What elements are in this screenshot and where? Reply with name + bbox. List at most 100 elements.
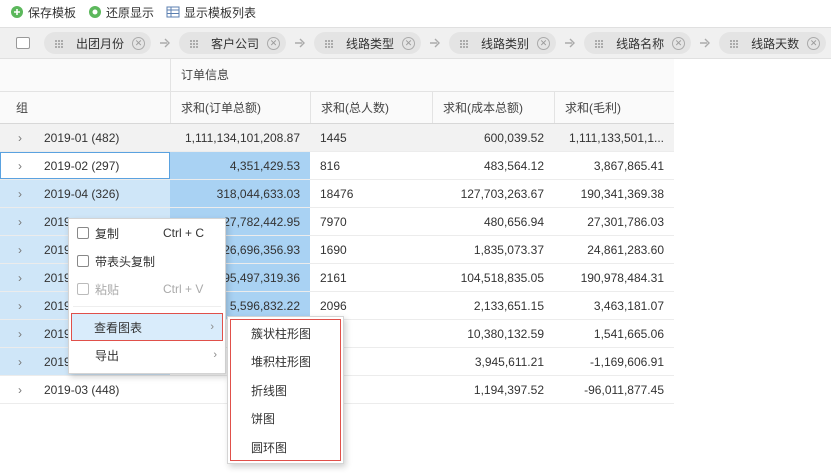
paste-icon [77, 283, 89, 295]
expand-chevron-icon[interactable]: › [18, 208, 28, 235]
cost-cell[interactable]: 480,656.94 [432, 208, 554, 235]
drag-handle-icon[interactable] [594, 38, 604, 48]
group-chip-label: 客户公司 [211, 36, 260, 51]
group-chip[interactable]: 客户公司 ✕ [179, 32, 287, 54]
group-cell[interactable]: › 2019-03 (448) [0, 376, 170, 403]
expand-chevron-icon[interactable]: › [18, 376, 28, 403]
chart-type-option[interactable]: 折线图 [231, 377, 340, 405]
people-cell[interactable]: 816 [310, 152, 432, 179]
menu-item-export-label: 导出 [95, 348, 120, 363]
table-list-icon [166, 5, 180, 19]
cost-cell[interactable]: 1,835,073.37 [432, 236, 554, 263]
expand-chevron-icon[interactable]: › [18, 264, 28, 291]
profit-cell[interactable]: 190,978,484.31 [554, 264, 674, 291]
cost-cell[interactable]: 1,194,397.52 [432, 376, 554, 403]
drag-handle-icon[interactable] [54, 38, 64, 48]
column-header-group[interactable]: 组 [0, 92, 170, 123]
chart-type-option[interactable]: 簇状柱形图 [231, 320, 340, 348]
cost-cell[interactable]: 3,945,611.21 [432, 348, 554, 375]
group-label: 2019 [44, 354, 71, 369]
table-row[interactable]: › 2019-02 (297) 4,351,429.53 816 483,564.12 3… [0, 152, 674, 180]
cost-cell[interactable]: 483,564.12 [432, 152, 554, 179]
group-cell[interactable]: › 2019-04 (326) [0, 180, 170, 207]
menu-item-copy[interactable]: 复制 Ctrl + C [69, 219, 225, 247]
profit-cell[interactable]: 1,111,133,501,1... [554, 124, 674, 151]
group-chip[interactable]: 线路类别 ✕ [449, 32, 557, 54]
group-cell[interactable]: › 2019-02 (297) [0, 152, 170, 179]
profit-cell[interactable]: 27,301,786.03 [554, 208, 674, 235]
expand-chevron-icon[interactable]: › [18, 180, 28, 207]
group-chip-label: 线路名称 [616, 36, 665, 51]
people-cell[interactable]: 7970 [310, 208, 432, 235]
expand-chevron-icon[interactable]: › [18, 152, 28, 179]
people-cell[interactable]: 1690 [310, 236, 432, 263]
save-template-label: 保存模板 [28, 5, 77, 20]
group-label: 2019 [44, 214, 71, 229]
close-icon[interactable]: ✕ [402, 36, 416, 50]
expand-chevron-icon[interactable]: › [18, 124, 28, 151]
close-icon[interactable]: ✕ [672, 36, 686, 50]
copy-icon [77, 227, 89, 239]
group-chip[interactable]: 线路类型 ✕ [314, 32, 422, 54]
close-icon[interactable]: ✕ [132, 36, 146, 50]
drag-handle-icon[interactable] [189, 38, 199, 48]
column-header-profit[interactable]: 求和(毛利) [554, 92, 674, 123]
close-icon[interactable]: ✕ [807, 36, 821, 50]
close-icon[interactable]: ✕ [267, 36, 281, 50]
column-header-order-total[interactable]: 求和(订单总额) [170, 92, 310, 123]
profit-cell[interactable]: 190,341,369.38 [554, 180, 674, 207]
group-cell[interactable]: › 2019-01 (482) [0, 124, 170, 151]
close-icon[interactable]: ✕ [537, 36, 551, 50]
column-header-people[interactable]: 求和(总人数) [310, 92, 432, 123]
expand-chevron-icon[interactable]: › [18, 320, 28, 347]
people-cell[interactable]: 18476 [310, 180, 432, 207]
group-chip[interactable]: 出团月份 ✕ [44, 32, 152, 54]
expand-chevron-icon[interactable]: › [18, 236, 28, 263]
arrow-right-icon [157, 38, 173, 48]
chart-type-option[interactable]: 堆积柱形图 [231, 348, 340, 376]
people-cell[interactable]: 2096 [310, 292, 432, 319]
profit-cell[interactable]: 1,541,665.06 [554, 320, 674, 347]
menu-item-view-chart[interactable]: 查看图表 › [71, 313, 223, 341]
expand-chevron-icon[interactable]: › [18, 292, 28, 319]
drag-handle-icon[interactable] [459, 38, 469, 48]
expand-chevron-icon[interactable]: › [18, 348, 28, 375]
cost-cell[interactable]: 10,380,132.59 [432, 320, 554, 347]
profit-cell[interactable]: -1,169,606.91 [554, 348, 674, 375]
group-panel-icon[interactable] [16, 37, 30, 49]
profit-cell[interactable]: 3,463,181.07 [554, 292, 674, 319]
chart-type-option[interactable]: 饼图 [231, 405, 340, 433]
order-total-cell[interactable]: 318,044,633.03 [170, 180, 310, 207]
chart-type-option[interactable]: 圆环图 [231, 434, 340, 462]
profit-cell[interactable]: 3,867,865.41 [554, 152, 674, 179]
arrow-right-icon [292, 38, 308, 48]
order-total-cell[interactable]: 1,111,134,101,208.87 [170, 124, 310, 151]
cost-cell[interactable]: 600,039.52 [432, 124, 554, 151]
profit-cell[interactable]: 24,861,283.60 [554, 236, 674, 263]
table-row[interactable]: › 2019-01 (482) 1,111,134,101,208.87 1445 60… [0, 124, 674, 152]
table-row[interactable]: › 2019-04 (326) 318,044,633.03 18476 127,703… [0, 180, 674, 208]
restore-display-button[interactable]: 还原显示 [88, 4, 154, 21]
show-template-list-button[interactable]: 显示模板列表 [166, 4, 256, 21]
cost-cell[interactable]: 127,703,263.67 [432, 180, 554, 207]
order-total-cell[interactable]: 4,351,429.53 [170, 152, 310, 179]
people-cell[interactable]: 2161 [310, 264, 432, 291]
group-label: 2019-03 (448) [44, 382, 120, 397]
header-group-row: 订单信息 [0, 59, 674, 92]
menu-item-export[interactable]: 导出 › [69, 341, 225, 369]
menu-item-copy-with-header[interactable]: 带表头复制 [69, 247, 225, 275]
cost-cell[interactable]: 2,133,651.15 [432, 292, 554, 319]
drag-handle-icon[interactable] [729, 38, 739, 48]
menu-item-paste[interactable]: 粘贴 Ctrl + V [69, 275, 225, 303]
drag-handle-icon[interactable] [324, 38, 334, 48]
group-chip-label: 线路天数 [751, 36, 800, 51]
show-template-list-label: 显示模板列表 [184, 5, 257, 20]
cost-cell[interactable]: 104,518,835.05 [432, 264, 554, 291]
save-template-button[interactable]: 保存模板 [10, 4, 76, 21]
people-cell[interactable]: 1445 [310, 124, 432, 151]
profit-cell[interactable]: -96,011,877.45 [554, 376, 674, 403]
column-header-cost[interactable]: 求和(成本总额) [432, 92, 554, 123]
group-label: 2019 [44, 270, 71, 285]
group-chip[interactable]: 线路天数 ✕ [719, 32, 827, 54]
group-chip[interactable]: 线路名称 ✕ [584, 32, 692, 54]
